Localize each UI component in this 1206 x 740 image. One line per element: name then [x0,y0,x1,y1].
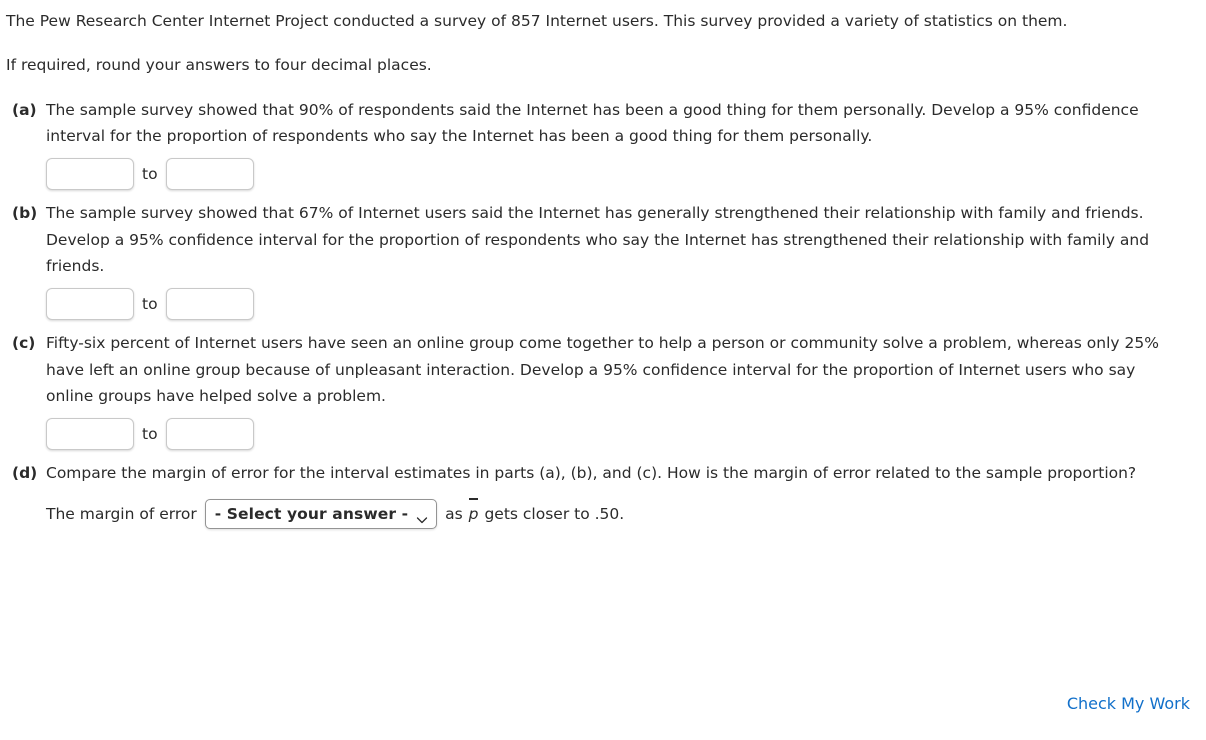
interval-upper-input-c[interactable] [165,418,254,451]
answer-row-d: The margin of error - Select your answer… [46,498,1186,529]
chevron-down-icon [416,508,428,523]
part-label-a: (a) [12,100,37,119]
part-text-b: The sample survey showed that 67% of Int… [46,204,1150,276]
interval-upper-input-b[interactable] [165,288,254,321]
select-selected-value: - Select your answer - [214,504,409,523]
part-body-b: The sample survey showed that 67% of Int… [46,200,1186,324]
interval-lower-input-b[interactable] [46,288,134,321]
question-part-a: (a) The sample survey showed that 90% of… [6,97,1190,195]
interval-lower-input-c[interactable] [46,418,134,451]
margin-of-error-select[interactable]: - Select your answer - [204,498,438,529]
part-body-d: Compare the margin of error for the inte… [46,460,1186,529]
question-part-c: (c) Fifty-six percent of Internet users … [6,330,1190,454]
interval-connector-b: to [142,294,158,313]
check-my-work-link[interactable]: Check My Work [1067,694,1190,713]
intro-paragraph-1: The Pew Research Center Internet Project… [6,12,1068,30]
select-trail-suffix: gets closer to .50. [484,504,625,523]
intro-paragraph-2: If required, round your answers to four … [6,56,432,75]
interval-connector-c: to [142,424,158,443]
part-label-d: (d) [12,464,38,483]
check-my-work-container: Check My Work [1067,694,1190,713]
answer-row-a: to [46,158,1186,191]
part-text-a: The sample survey showed that 90% of res… [46,100,1139,146]
interval-connector-a: to [142,164,158,183]
answer-row-c: to [46,418,1186,451]
select-lead-text: The margin of error [46,504,197,523]
answer-row-b: to [46,288,1186,321]
select-trail-prefix: as [445,504,463,523]
part-label-c: (c) [12,334,36,353]
interval-upper-input-a[interactable] [165,158,254,191]
part-body-c: Fifty-six percent of Internet users have… [46,330,1186,454]
part-label-b: (b) [12,204,38,223]
part-text-c: Fifty-six percent of Internet users have… [46,334,1159,406]
interval-lower-input-a[interactable] [46,158,134,191]
p-bar-symbol: p [468,498,480,527]
question-part-b: (b) The sample survey showed that 67% of… [6,200,1190,324]
question-page: The Pew Research Center Internet Project… [0,0,1206,529]
part-text-d: Compare the margin of error for the inte… [46,464,1137,483]
part-body-a: The sample survey showed that 90% of res… [46,97,1186,195]
question-part-d: (d) Compare the margin of error for the … [6,460,1190,529]
select-trail-text: as p gets closer to .50. [445,498,625,527]
